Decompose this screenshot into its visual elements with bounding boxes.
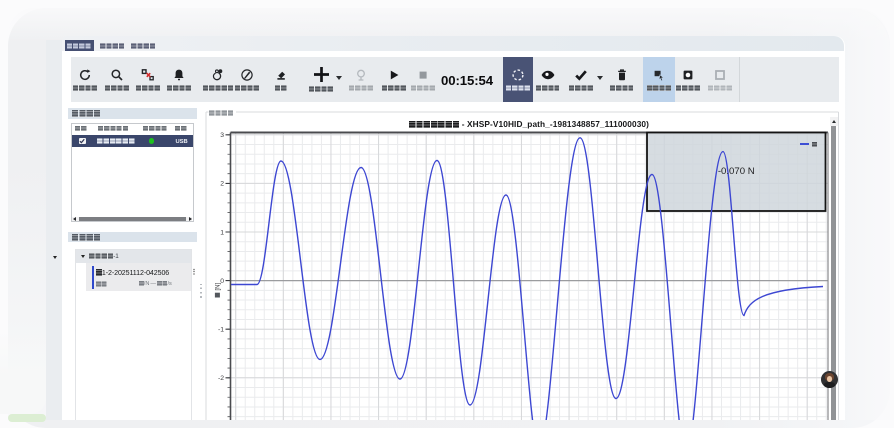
svg-text:-1: -1: [218, 327, 224, 334]
svg-text:3: 3: [220, 132, 224, 139]
svg-text:2: 2: [220, 181, 224, 188]
svg-text:[N]: [N]: [216, 283, 222, 291]
svg-text:1: 1: [220, 229, 224, 236]
svg-text:-2: -2: [218, 375, 224, 382]
